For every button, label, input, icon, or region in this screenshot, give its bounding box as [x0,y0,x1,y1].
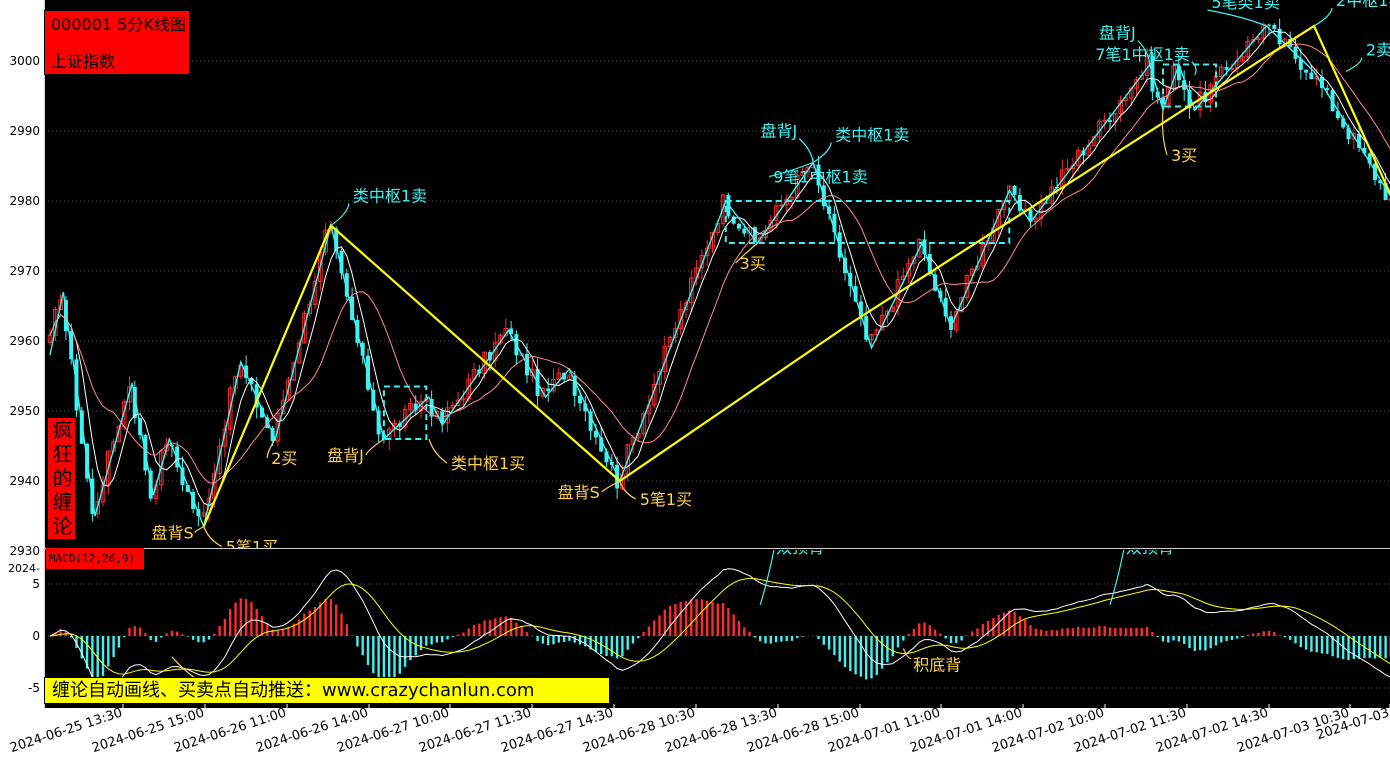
brand-vertical-label: 疯 狂 的 缠 论 [47,417,76,540]
annotation-label: 3买 [1171,146,1197,165]
annotation-label: 2卖 [1366,41,1390,60]
chart-canvas: 类中枢1卖2买盘背S5笔1买盘背J 类中枢1买盘背S 5笔1买盘背J 类中枢1卖9笔1… [0,0,1390,775]
candle-body [1304,69,1309,73]
macd-y-tick-label: 5 [32,577,40,591]
candle-body [737,223,741,229]
macd-y-tick-label: -5 [28,681,40,695]
annotation-label: 9笔1中枢1卖 [773,168,868,187]
annotation-label: 类中枢1卖 [835,126,909,145]
left-edge-label: 2024- [8,562,40,575]
brand-char: 狂 [52,442,73,466]
candle-body [1012,185,1017,195]
candle-body [1272,24,1277,29]
brand-char: 论 [52,514,73,538]
candle-body [546,388,551,392]
candle-body [1309,72,1314,80]
macd-annotation-label: 积底背 [913,655,961,674]
annotation-label: 2中枢1卖 [1336,0,1390,10]
chart-title: 000001 5分K线图 [51,15,186,34]
annotation-label: 3买 [740,254,766,273]
annotation-label: 盘背J [760,122,797,141]
promo-banner[interactable]: 缠论自动画线、买卖点自动推送：www.crazychanlun.com [44,677,610,704]
y-tick-label: 2970 [9,264,40,278]
y-tick-label: 3000 [9,54,40,68]
annotation-label: 类中枢1卖 [353,187,427,206]
annotation-label: 盘背S [558,483,600,502]
candle-body [1224,67,1229,70]
annotation-label: 盘背S [152,524,194,543]
annotation-label: 5笔类1卖 [1211,0,1279,12]
y-tick-label: 2940 [9,474,40,488]
brand-char: 疯 [52,418,73,442]
y-tick-label: 2930 [9,544,40,558]
candle-body [1267,24,1271,26]
candle-body [1108,120,1112,122]
brand-char: 缠 [52,490,73,514]
macd-y-tick-label: 0 [32,629,40,643]
annotation-label: 2买 [271,449,297,468]
annotation-label: 盘背J [1099,24,1136,43]
chart-subtitle: 上证指数 [51,52,116,71]
y-tick-label: 2990 [9,124,40,138]
annotation-label: 类中枢1买 [451,454,525,473]
y-tick-label: 2980 [9,194,40,208]
y-tick-label: 2960 [9,334,40,348]
chart-title-box: 000001 5分K线图 上证指数 [44,10,190,75]
annotation-label: 5笔1买 [640,490,692,509]
annotation-label: 7笔1中枢1卖 [1095,45,1190,64]
candle-body [742,228,747,234]
y-tick-label: 2950 [9,404,40,418]
chart-window: 类中枢1卖 2买 盘背S 5笔1买 盘背J 类中枢1买 盘背S 5笔1买 盘背J 类中枢1卖 9笔1… [0,0,1390,775]
annotation-label: 盘背J [327,446,364,465]
macd-indicator-label: MACD(12,26,9) [46,548,144,569]
brand-char: 的 [52,466,73,490]
